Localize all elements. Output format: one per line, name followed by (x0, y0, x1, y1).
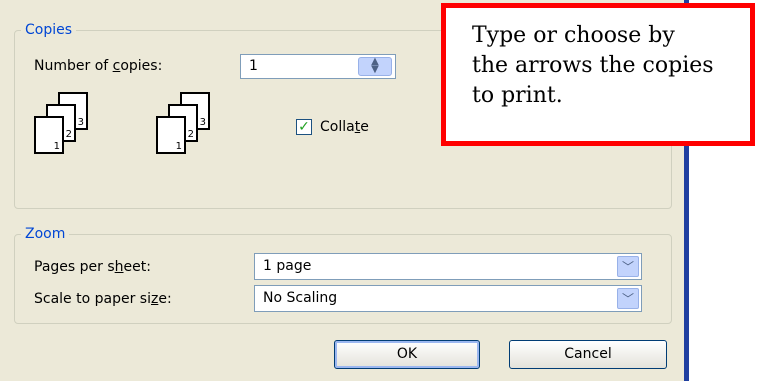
callout-line: Type or choose by (472, 23, 675, 48)
chevron-down-icon[interactable]: ﹀ (617, 256, 639, 277)
collated-pages-icon: 3 2 1 (34, 92, 114, 172)
chevron-down-icon[interactable]: ﹀ (617, 288, 639, 309)
callout-line: the arrows the copies (472, 53, 714, 78)
pages-per-sheet-value: 1 page (263, 258, 312, 274)
pages-per-sheet-select[interactable]: 1 page ﹀ (254, 253, 642, 280)
spinner-arrows-icon[interactable]: ▲ ▼ (358, 57, 392, 76)
number-of-copies-label: Number of copies: (34, 58, 163, 74)
scale-to-paper-size-value: No Scaling (263, 290, 338, 306)
scale-to-paper-size-label: Scale to paper size: (34, 291, 172, 307)
cancel-button[interactable]: Cancel (509, 340, 667, 369)
collate-label[interactable]: Collate (320, 119, 369, 135)
instruction-callout: Type or choose by the arrows the copies … (441, 3, 755, 146)
ok-button[interactable]: OK (334, 340, 480, 369)
scale-to-paper-size-select[interactable]: No Scaling ﹀ (254, 285, 642, 312)
zoom-group-label: Zoom (25, 226, 66, 242)
pages-per-sheet-label: Pages per sheet: (34, 259, 151, 275)
copies-group-label: Copies (25, 22, 73, 38)
copies-spinner[interactable]: 1 ▲ ▼ (240, 54, 396, 79)
checkmark-icon: ✓ (298, 119, 310, 135)
collated-pages-icon-2: 3 2 1 (156, 92, 236, 172)
copies-value[interactable]: 1 (249, 58, 258, 74)
collate-checkbox[interactable]: ✓ (296, 119, 312, 135)
callout-line: to print. (472, 83, 563, 108)
